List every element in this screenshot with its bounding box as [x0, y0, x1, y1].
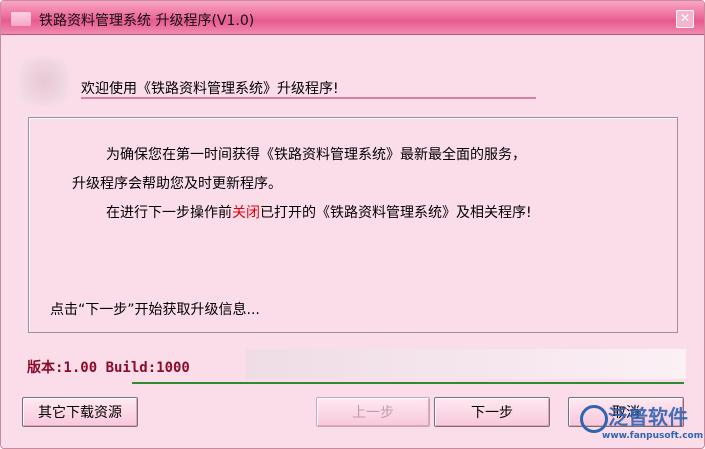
- info-line-1: 为确保您在第一时间获得《铁路资料管理系统》最新最全面的服务，: [106, 147, 526, 163]
- title-bar[interactable]: 铁路资料管理系统 升级程序(V1.0) ✕: [1, 1, 704, 35]
- close-warning-highlight: 关闭: [232, 205, 260, 221]
- window-title: 铁路资料管理系统 升级程序(V1.0): [39, 13, 255, 29]
- welcome-text: 欢迎使用《铁路资料管理系统》升级程序!: [81, 81, 339, 97]
- next-button[interactable]: 下一步: [434, 397, 550, 427]
- cancel-button[interactable]: 取消: [568, 397, 684, 427]
- other-downloads-button[interactable]: 其它下载资源: [22, 397, 138, 427]
- start-hint: 点击“下一步”开始获取升级信息...: [50, 302, 260, 318]
- welcome-divider: [81, 97, 536, 99]
- info-panel: 为确保您在第一时间获得《铁路资料管理系统》最新最全面的服务， 升级程序会帮助您及…: [28, 117, 678, 333]
- info-line-3-after: 已打开的《铁路资料管理系统》及相关程序!: [260, 205, 532, 221]
- watermark-url: www.fanpusoft.com: [602, 431, 704, 441]
- progress-bar: [246, 349, 686, 379]
- version-label: 版本:1.00 Build:1000: [27, 360, 190, 376]
- prev-button[interactable]: 上一步: [316, 397, 430, 427]
- info-line-3-before: 在进行下一步操作前: [106, 205, 232, 221]
- info-line-2: 升级程序会帮助您及时更新程序。: [72, 176, 282, 192]
- app-logo: [20, 57, 68, 105]
- info-line-3: 在进行下一步操作前关闭已打开的《铁路资料管理系统》及相关程序!: [106, 202, 532, 222]
- status-divider: [132, 382, 684, 384]
- close-icon[interactable]: ✕: [676, 10, 694, 28]
- upgrade-dialog: 铁路资料管理系统 升级程序(V1.0) ✕ 欢迎使用《铁路资料管理系统》升级程序…: [0, 0, 705, 449]
- app-icon: [11, 12, 31, 26]
